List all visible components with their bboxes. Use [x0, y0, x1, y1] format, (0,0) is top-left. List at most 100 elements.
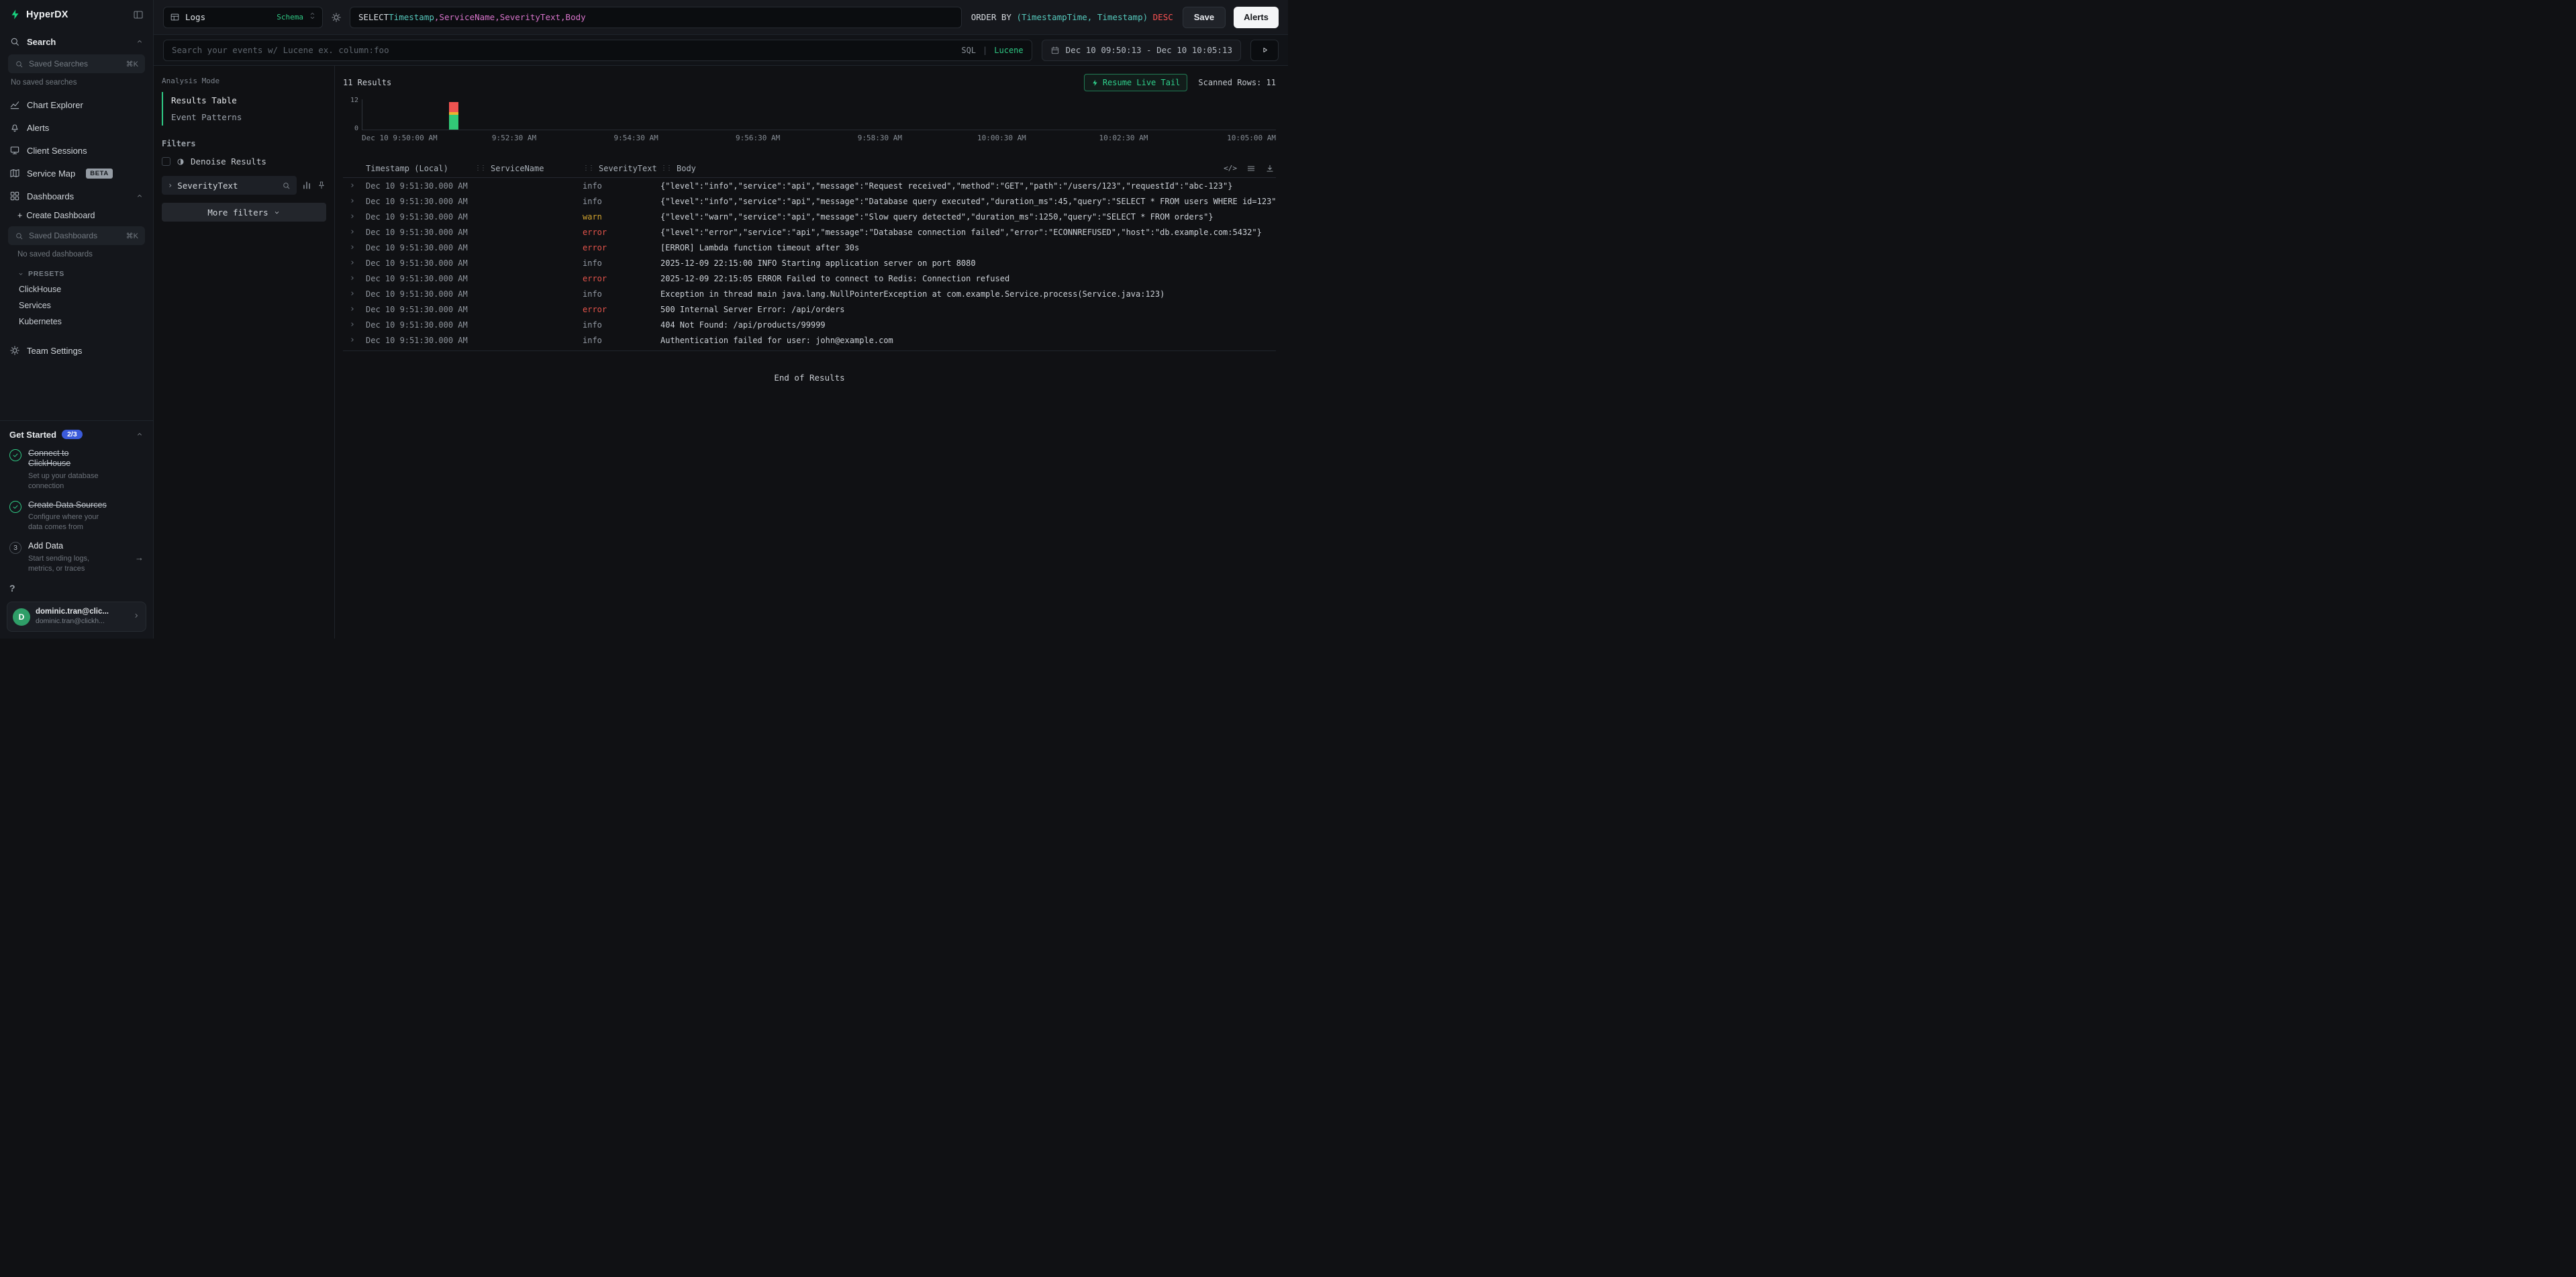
drag-handle-icon[interactable]: ⋮⋮ — [475, 164, 485, 172]
row-expand-icon[interactable]: › — [343, 273, 366, 283]
help-button[interactable]: ? — [0, 580, 153, 599]
row-density-icon[interactable] — [1246, 164, 1256, 173]
row-body: 2025-12-09 22:15:00 INFO Starting applic… — [660, 258, 1276, 268]
row-expand-icon[interactable]: › — [343, 304, 366, 314]
sidebar-item-alerts[interactable]: Alerts — [0, 116, 153, 139]
row-body: 404 Not Found: /api/products/99999 — [660, 320, 1276, 330]
download-icon[interactable] — [1265, 164, 1275, 173]
histogram-bar[interactable] — [449, 99, 458, 130]
table-row[interactable]: ›Dec 10 9:51:30.000 AMinfo404 Not Found:… — [343, 317, 1276, 332]
resume-live-tail-button[interactable]: Resume Live Tail — [1084, 74, 1188, 91]
x-axis-tick: 9:54:30 AM — [613, 134, 658, 142]
table-row[interactable]: ›Dec 10 9:51:30.000 AMinfoException in t… — [343, 286, 1276, 301]
table-row[interactable]: ›Dec 10 9:51:30.000 AMerror[ERROR] Lambd… — [343, 240, 1276, 255]
denoise-checkbox[interactable] — [162, 157, 170, 166]
drag-handle-icon[interactable]: ⋮⋮ — [583, 164, 593, 172]
event-search-box[interactable]: SQL | Lucene — [163, 40, 1032, 61]
run-query-button[interactable] — [1250, 40, 1279, 61]
row-expand-icon[interactable]: › — [343, 289, 366, 299]
monitor-icon — [9, 145, 20, 156]
get-started-step-3[interactable]: 3 Add Data Start sending logs, metrics, … — [0, 539, 153, 580]
sidebar-item-team-settings[interactable]: Team Settings — [0, 339, 153, 362]
get-started-title: Get Started — [9, 430, 56, 440]
app-root: HyperDX Search Saved Searches ⌘K No save… — [0, 0, 1288, 638]
table-row[interactable]: ›Dec 10 9:51:30.000 AMerror500 Internal … — [343, 301, 1276, 317]
row-expand-icon[interactable]: › — [343, 211, 366, 222]
more-filters-button[interactable]: More filters — [162, 203, 326, 222]
row-expand-icon[interactable]: › — [343, 196, 366, 206]
search-input[interactable] — [172, 45, 954, 55]
get-started-step-2[interactable]: Create Data Sources Configure where your… — [0, 498, 153, 539]
sidebar-item-service-map[interactable]: Service Map BETA — [0, 162, 153, 185]
row-timestamp: Dec 10 9:51:30.000 AM — [366, 243, 475, 252]
column-header-body[interactable]: ⋮⋮Body — [660, 164, 1276, 173]
get-started-header[interactable]: Get Started 2/3 — [0, 421, 153, 446]
sidebar-item-dashboards[interactable]: Dashboards — [0, 185, 153, 207]
saved-dashboards-input[interactable]: Saved Dashboards ⌘K — [8, 226, 145, 245]
row-body: {"level":"info","service":"api","message… — [660, 197, 1276, 206]
table-row[interactable]: ›Dec 10 9:51:30.000 AMinfo{"level":"info… — [343, 193, 1276, 209]
preset-item-kubernetes[interactable]: Kubernetes — [0, 314, 153, 330]
row-expand-icon[interactable]: › — [343, 258, 366, 268]
row-expand-icon[interactable]: › — [343, 227, 366, 237]
save-button[interactable]: Save — [1183, 7, 1226, 28]
sidebar-item-label: Alerts — [27, 123, 49, 133]
facet-chart-icon[interactable] — [302, 181, 311, 190]
table-row[interactable]: ›Dec 10 9:51:30.000 AMerror2025-12-09 22… — [343, 271, 1276, 286]
preset-item-clickhouse[interactable]: ClickHouse — [0, 281, 153, 297]
source-select[interactable]: Logs Schema — [163, 7, 323, 28]
sql-fields: ,ServiceName,SeverityText,Body — [434, 12, 586, 22]
mode-event-patterns[interactable]: Event Patterns — [163, 109, 326, 126]
severity-facet: › SeverityText — [162, 176, 326, 195]
table-row[interactable]: ›Dec 10 9:51:30.000 AMinfo{"level":"info… — [343, 178, 1276, 193]
alerts-button[interactable]: Alerts — [1234, 7, 1279, 28]
table-row[interactable]: ›Dec 10 9:51:30.000 AMwarn{"level":"warn… — [343, 209, 1276, 224]
table-row[interactable]: ›Dec 10 9:51:30.000 AMinfo2025-12-09 22:… — [343, 255, 1276, 271]
mode-results-table[interactable]: Results Table — [163, 92, 326, 109]
collapse-sidebar-icon[interactable] — [133, 9, 144, 20]
sql-keyword: SELECT — [358, 12, 389, 22]
row-body: 500 Internal Server Error: /api/orders — [660, 305, 1276, 314]
preset-item-services[interactable]: Services — [0, 297, 153, 314]
chevron-down-icon — [273, 209, 281, 216]
drag-handle-icon[interactable]: ⋮⋮ — [660, 164, 671, 172]
sql-mode-toggle[interactable]: SQL — [961, 46, 976, 55]
pin-icon[interactable] — [317, 181, 326, 190]
facet-search-icon[interactable] — [282, 181, 291, 190]
create-dashboard-button[interactable]: + Create Dashboard — [0, 207, 153, 225]
facet-severitytext[interactable]: › SeverityText — [162, 176, 297, 195]
lucene-mode-toggle[interactable]: Lucene — [994, 46, 1023, 55]
sql-select-input[interactable]: SELECT Timestamp,ServiceName,SeverityTex… — [350, 7, 962, 28]
table-icon — [170, 12, 180, 22]
sidebar-item-search[interactable]: Search — [0, 30, 153, 53]
bolt-icon — [1091, 79, 1099, 87]
get-started-step-1[interactable]: Connect to ClickHouse Set up your databa… — [0, 446, 153, 498]
column-header-timestamp[interactable]: Timestamp (Local) — [366, 164, 475, 173]
table-row[interactable]: ›Dec 10 9:51:30.000 AMinfoAuthentication… — [343, 332, 1276, 348]
source-settings-button[interactable] — [331, 12, 342, 23]
saved-searches-input[interactable]: Saved Searches ⌘K — [8, 54, 145, 73]
sidebar-item-client-sessions[interactable]: Client Sessions — [0, 139, 153, 162]
row-expand-icon[interactable]: › — [343, 335, 366, 345]
chevron-right-icon[interactable]: › — [168, 181, 172, 190]
sql-field-timestamp: Timestamp — [389, 12, 434, 22]
check-circle-icon — [9, 501, 21, 513]
presets-toggle[interactable]: PRESETS — [0, 265, 153, 281]
row-severity: info — [583, 289, 660, 299]
denoise-results-option[interactable]: Denoise Results — [162, 156, 326, 167]
chevron-up-icon[interactable] — [136, 38, 144, 46]
sidebar-item-chart-explorer[interactable]: Chart Explorer — [0, 93, 153, 116]
time-range-picker[interactable]: Dec 10 09:50:13 - Dec 10 10:05:13 — [1042, 40, 1241, 61]
row-expand-icon[interactable]: › — [343, 320, 366, 330]
user-menu[interactable]: D dominic.tran@clic... dominic.tran@clic… — [7, 602, 146, 632]
column-header-servicename[interactable]: ⋮⋮ServiceName — [475, 164, 583, 173]
order-by-clause[interactable]: ORDER BY (TimestampTime, Timestamp) DESC — [970, 12, 1175, 22]
row-expand-icon[interactable]: › — [343, 181, 366, 191]
chevron-up-icon[interactable] — [136, 192, 144, 200]
code-view-icon[interactable]: </> — [1224, 164, 1237, 173]
column-header-severitytext[interactable]: ⋮⋮SeverityText — [583, 164, 660, 173]
table-row[interactable]: ›Dec 10 9:51:30.000 AMerror{"level":"err… — [343, 224, 1276, 240]
order-by-direction: DESC — [1148, 12, 1173, 22]
row-expand-icon[interactable]: › — [343, 242, 366, 252]
chevron-up-icon[interactable] — [136, 430, 144, 438]
